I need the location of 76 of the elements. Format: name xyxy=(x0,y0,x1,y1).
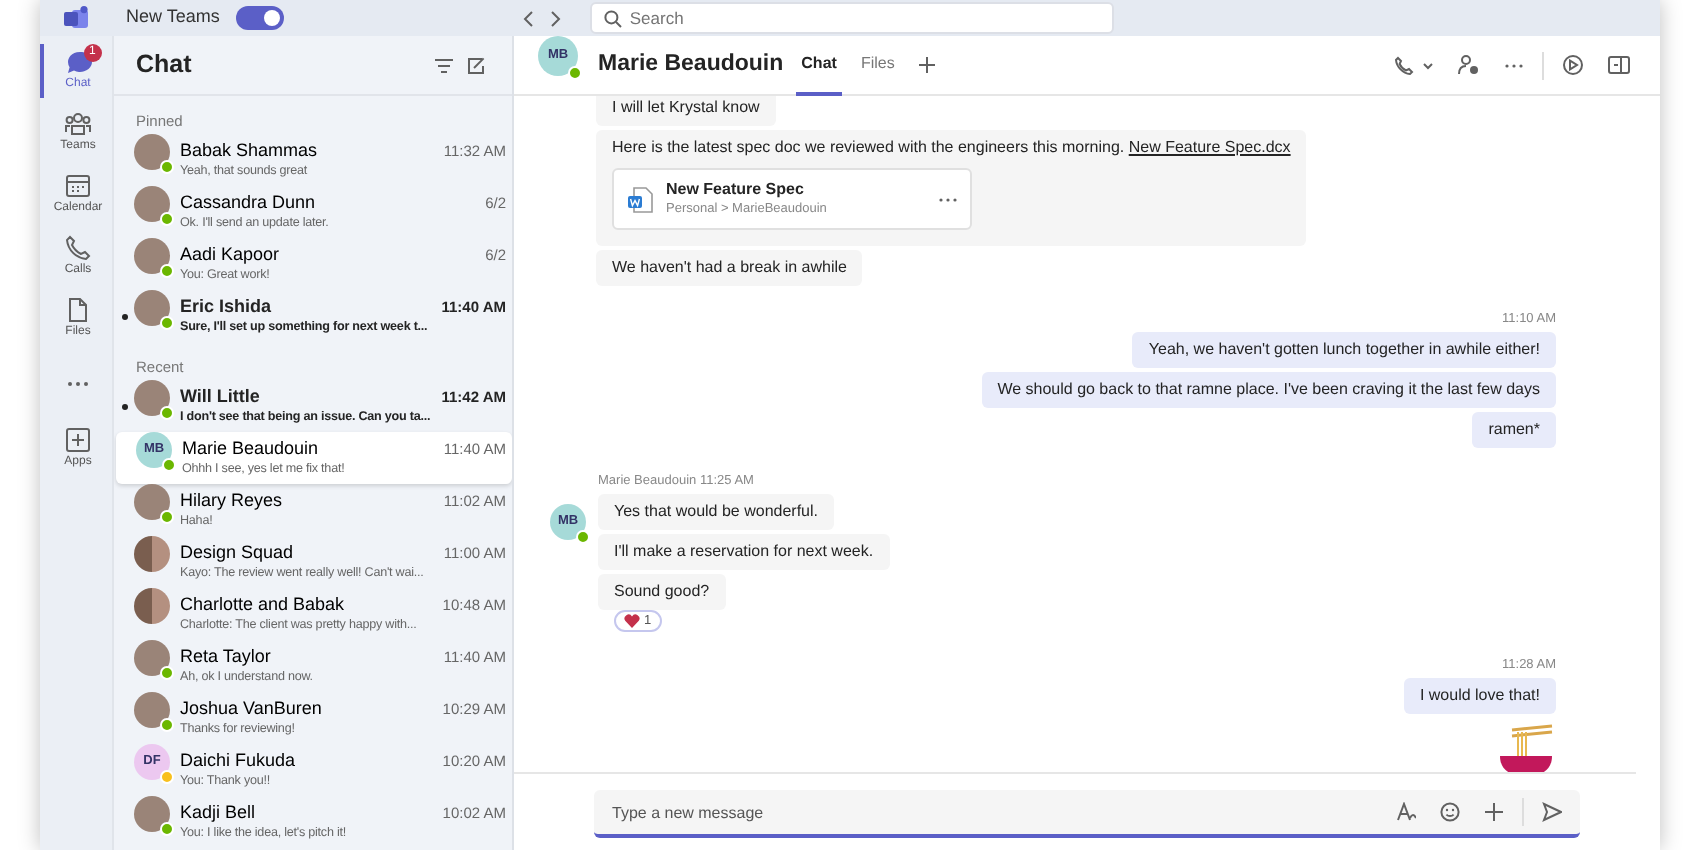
message-bubble: We haven't had a break in awhile xyxy=(596,250,863,286)
message-bubble: I'll make a reservation for next week. xyxy=(598,534,890,570)
more-icon[interactable] xyxy=(938,195,958,203)
contact-name: Aadi Kapoor xyxy=(180,244,280,266)
message-bubble: We should go back to that ramne place. I've been craving it the last few days xyxy=(981,372,1556,408)
photo-placeholder xyxy=(134,186,170,222)
more-icon xyxy=(1504,61,1524,69)
photo-placeholder xyxy=(134,380,170,416)
send-button[interactable] xyxy=(1536,802,1568,822)
unread-dot xyxy=(122,314,128,320)
emoji-icon xyxy=(1440,802,1460,822)
photo-placeholder xyxy=(134,484,170,520)
photo-placeholder xyxy=(134,692,170,728)
conversation-tab[interactable]: Chat xyxy=(795,35,843,95)
message-bubble: Yeah, we haven't gotten lunch together in awhile either! xyxy=(1132,332,1556,368)
heart-icon xyxy=(624,614,640,628)
photo-placeholder xyxy=(134,134,170,170)
conversation-tab[interactable]: Files xyxy=(854,35,901,95)
word-document-icon xyxy=(626,185,654,213)
contact-name: Daichi Fukuda xyxy=(180,750,296,772)
contact-name: Joshua VanBuren xyxy=(180,698,322,720)
chat-list-title: Chat xyxy=(136,48,194,83)
forward-icon xyxy=(549,9,562,27)
message-bubble: Sound good? xyxy=(598,574,726,610)
caret-icon xyxy=(1422,61,1434,69)
compose-box[interactable]: Type a new message xyxy=(594,790,1580,838)
new-teams-toggle[interactable] xyxy=(235,6,284,30)
photo-placeholder xyxy=(134,640,170,676)
side-panel-button[interactable] xyxy=(1602,56,1636,74)
contact-name: Reta Taylor xyxy=(180,646,271,668)
message-text: Here is the latest spec doc we reviewed with the engineers this morning. New Feature Spec.dcx xyxy=(612,138,1291,158)
toggle-label: New Teams xyxy=(126,4,220,31)
contact-name: Cassandra Dunn xyxy=(180,192,316,214)
contact-name: Eric Ishida xyxy=(180,296,272,318)
play-circle-icon xyxy=(1562,54,1584,76)
group-photo-placeholder xyxy=(134,536,170,572)
phone-icon xyxy=(64,234,92,262)
search-field[interactable]: Search xyxy=(629,4,1100,32)
format-icon xyxy=(1396,802,1416,822)
send-icon xyxy=(1542,802,1562,822)
message-bubble: Yes that would be wonderful. xyxy=(598,494,834,530)
file-icon xyxy=(64,296,92,324)
contact-name: Charlotte and Babak xyxy=(180,594,345,616)
file-name: New Feature Spec xyxy=(666,180,806,200)
calendar-icon xyxy=(64,172,92,200)
message-bubble: I would love that! xyxy=(1403,678,1556,714)
photo-placeholder xyxy=(134,238,170,274)
photo-placeholder xyxy=(134,290,170,326)
plus-icon xyxy=(1484,802,1504,822)
contact-name: Marie Beaudouin xyxy=(182,438,319,460)
message-bubble: I will let Krystal know xyxy=(596,96,776,126)
search-box[interactable]: Search xyxy=(589,2,1114,34)
photo-placeholder xyxy=(134,796,170,832)
file-link[interactable]: New Feature Spec.dcx xyxy=(1128,138,1291,156)
back-icon xyxy=(521,9,534,27)
plus-square-icon xyxy=(64,426,92,454)
chat-bubble-icon xyxy=(64,48,92,76)
ramen-bowl-drawing xyxy=(1496,722,1556,772)
contact-name: Kadji Bell xyxy=(180,802,256,824)
conversation-title: Marie Beaudouin xyxy=(598,49,784,80)
compose-icon xyxy=(466,55,486,75)
panel-icon xyxy=(1608,56,1630,74)
message-bubble: ramen* xyxy=(1472,412,1556,448)
people-group-icon xyxy=(64,110,92,138)
plus-icon xyxy=(918,56,937,74)
phone-icon xyxy=(1394,55,1414,75)
contact-name: Will Little xyxy=(180,386,260,408)
contact-name: Babak Shammas xyxy=(180,140,318,162)
app-logo-icon xyxy=(63,6,91,30)
contact-name: Hilary Reyes xyxy=(180,490,283,512)
unread-dot xyxy=(122,404,128,410)
filter-icon xyxy=(434,57,454,73)
search-icon xyxy=(603,9,622,27)
group-photo-placeholder xyxy=(134,588,170,624)
contact-name: Design Squad xyxy=(180,542,294,564)
message-input[interactable]: Type a new message xyxy=(612,792,1378,832)
